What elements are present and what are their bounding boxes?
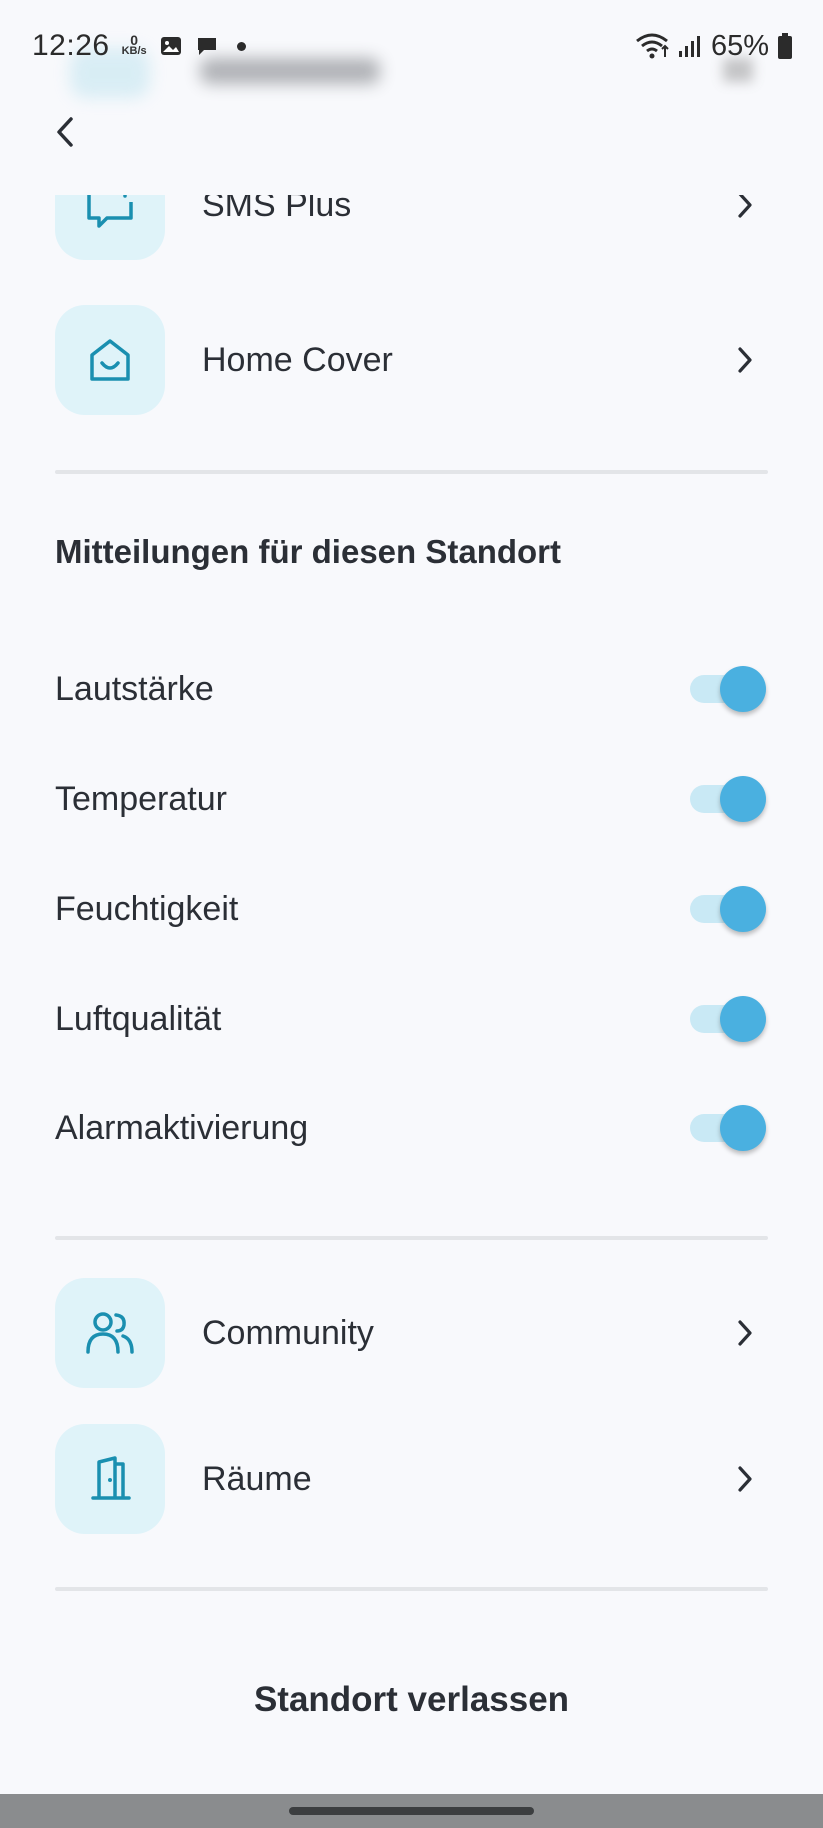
sms-plus-icon-box bbox=[55, 195, 165, 260]
leave-location-button[interactable]: Standort verlassen bbox=[0, 1680, 823, 1720]
community-icon-box bbox=[55, 1278, 165, 1388]
toggle-row-luftqualitaet: Luftqualität bbox=[55, 989, 768, 1049]
toggle-row-lautstaerke: Lautstärke bbox=[55, 659, 768, 719]
notification-dot bbox=[236, 41, 246, 51]
back-button[interactable] bbox=[44, 106, 86, 158]
status-bar: 12:26 0 KB/s 65% bbox=[0, 0, 823, 92]
sms-plus-clip: SMS Plus bbox=[0, 195, 823, 285]
toggle-row-feuchtigkeit: Feuchtigkeit bbox=[55, 879, 768, 939]
nav-item-home-cover[interactable]: Home Cover bbox=[55, 305, 775, 415]
chevron-right-icon bbox=[725, 1459, 765, 1499]
toggle-label: Lautstärke bbox=[55, 669, 214, 708]
lautstaerke-toggle[interactable] bbox=[690, 664, 766, 714]
message-icon bbox=[197, 38, 216, 55]
toggle-row-temperatur: Temperatur bbox=[55, 769, 768, 829]
divider bbox=[55, 1587, 768, 1591]
home-smile-icon bbox=[90, 339, 130, 381]
chevron-right-icon bbox=[725, 340, 765, 380]
feuchtigkeit-toggle[interactable] bbox=[690, 884, 766, 934]
nav-item-label: Home Cover bbox=[202, 340, 393, 379]
gallery-icon bbox=[160, 37, 181, 55]
back-arrow-icon bbox=[57, 117, 73, 147]
divider bbox=[55, 1236, 768, 1240]
status-bar-left: 12:26 0 KB/s bbox=[32, 29, 246, 63]
alarmaktivierung-toggle[interactable] bbox=[690, 1103, 766, 1153]
temperatur-toggle[interactable] bbox=[690, 774, 766, 824]
nav-item-label: Räume bbox=[202, 1459, 312, 1498]
battery-percent: 65% bbox=[710, 29, 769, 62]
battery-icon bbox=[778, 33, 792, 59]
toggle-label: Alarmaktivierung bbox=[55, 1108, 309, 1147]
nav-item-community[interactable]: Community bbox=[55, 1278, 775, 1388]
status-bar-right: 65% bbox=[635, 30, 793, 63]
chat-plus-icon bbox=[87, 195, 133, 228]
divider bbox=[55, 470, 768, 474]
nav-item-label: SMS Plus bbox=[202, 195, 352, 224]
toggle-label: Luftqualität bbox=[55, 999, 222, 1038]
nav-item-raeume[interactable]: Räume bbox=[55, 1424, 775, 1534]
raeume-icon-box bbox=[55, 1424, 165, 1534]
home-gesture-handle[interactable] bbox=[289, 1807, 534, 1815]
network-speed: 0 KB/s bbox=[121, 33, 147, 57]
door-icon bbox=[91, 1456, 131, 1500]
section-title: Mitteilungen für diesen Standort bbox=[55, 533, 562, 570]
home-cover-icon-box bbox=[55, 305, 165, 415]
chevron-right-icon bbox=[725, 195, 765, 225]
wifi-icon bbox=[636, 33, 669, 59]
toggle-row-alarmaktivierung: Alarmaktivierung bbox=[55, 1098, 768, 1158]
nav-item-sms-plus[interactable]: SMS Plus bbox=[55, 195, 775, 260]
clock: 12:26 bbox=[32, 29, 110, 62]
network-speed-unit: KB/s bbox=[121, 45, 147, 57]
toggle-label: Feuchtigkeit bbox=[55, 889, 239, 928]
luftqualitaet-toggle[interactable] bbox=[690, 994, 766, 1044]
toggle-label: Temperatur bbox=[55, 779, 227, 818]
nav-item-label: Community bbox=[202, 1313, 374, 1352]
signal-icon bbox=[678, 36, 700, 57]
community-icon bbox=[86, 1312, 134, 1354]
system-navigation-bar bbox=[0, 1794, 823, 1828]
chevron-right-icon bbox=[725, 1313, 765, 1353]
